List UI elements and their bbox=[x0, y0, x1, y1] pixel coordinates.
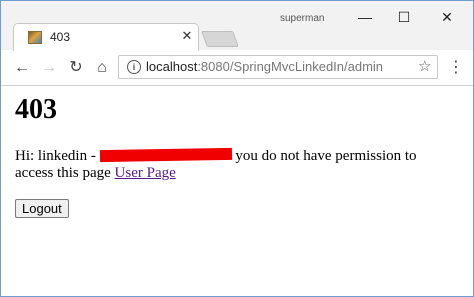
reload-icon[interactable]: ↻ bbox=[65, 57, 87, 79]
home-icon[interactable]: ⌂ bbox=[91, 57, 113, 79]
site-favicon-icon bbox=[28, 31, 42, 44]
user-page-link[interactable]: User Page bbox=[115, 165, 176, 181]
bookmark-star-icon[interactable]: ☆ bbox=[418, 57, 431, 75]
url-host: localhost bbox=[146, 59, 198, 74]
address-bar[interactable]: i localhost:8080/SpringMvcLinkedIn/admin… bbox=[118, 55, 438, 79]
close-window-icon[interactable]: ✕ bbox=[433, 5, 461, 29]
tab-close-icon[interactable]: ✕ bbox=[180, 28, 194, 44]
page-content: 403 Hi: linkedin - you do not have permi… bbox=[1, 86, 473, 296]
tab-title: 403 bbox=[50, 30, 71, 44]
back-arrow-icon[interactable]: ← bbox=[11, 57, 33, 79]
permission-message: Hi: linkedin - you do not have permissio… bbox=[15, 147, 445, 182]
title-bar: 403 ✕ superman — ☐ ✕ bbox=[1, 1, 473, 51]
browser-window: 403 ✕ superman — ☐ ✕ ← → ↻ ⌂ i localhost… bbox=[0, 0, 474, 297]
url-text[interactable]: localhost:8080/SpringMvcLinkedIn/admin bbox=[146, 59, 383, 74]
forward-arrow-icon[interactable]: → bbox=[38, 57, 60, 79]
page-title: 403 bbox=[15, 94, 57, 125]
info-icon[interactable]: i bbox=[127, 60, 141, 74]
browser-menu-icon[interactable]: ⋮ bbox=[447, 57, 465, 79]
url-path: :8080/SpringMvcLinkedIn/admin bbox=[197, 59, 384, 74]
minimize-icon[interactable]: — bbox=[351, 5, 379, 29]
new-tab-button[interactable] bbox=[201, 31, 239, 47]
redacted-username bbox=[99, 147, 232, 163]
maximize-icon[interactable]: ☐ bbox=[390, 5, 418, 29]
profile-name[interactable]: superman bbox=[280, 13, 324, 24]
message-prefix: Hi: linkedin - bbox=[15, 148, 100, 164]
browser-tab-active[interactable]: 403 ✕ bbox=[13, 23, 199, 51]
browser-toolbar: ← → ↻ ⌂ i localhost:8080/SpringMvcLinked… bbox=[1, 51, 473, 86]
logout-button[interactable]: Logout bbox=[15, 199, 69, 218]
